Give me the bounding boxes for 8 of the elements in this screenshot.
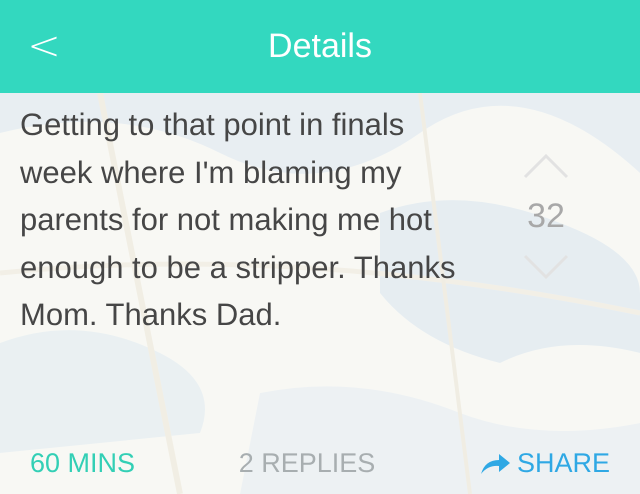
share-button[interactable]: SHARE	[478, 448, 610, 478]
share-arrow-icon	[478, 451, 511, 475]
vote-count: 32	[527, 197, 565, 236]
post-text: Getting to that point in finals week where I'm blaming my parents for not making me hot enough to be a stripper. Thanks Mom. Thanks Dad.	[20, 106, 456, 334]
back-button[interactable]: <	[24, 24, 64, 68]
replies-button[interactable]: 2 REPLIES	[238, 448, 376, 478]
post-time: 60 MINS	[30, 448, 136, 478]
page-title: Details	[268, 27, 372, 66]
